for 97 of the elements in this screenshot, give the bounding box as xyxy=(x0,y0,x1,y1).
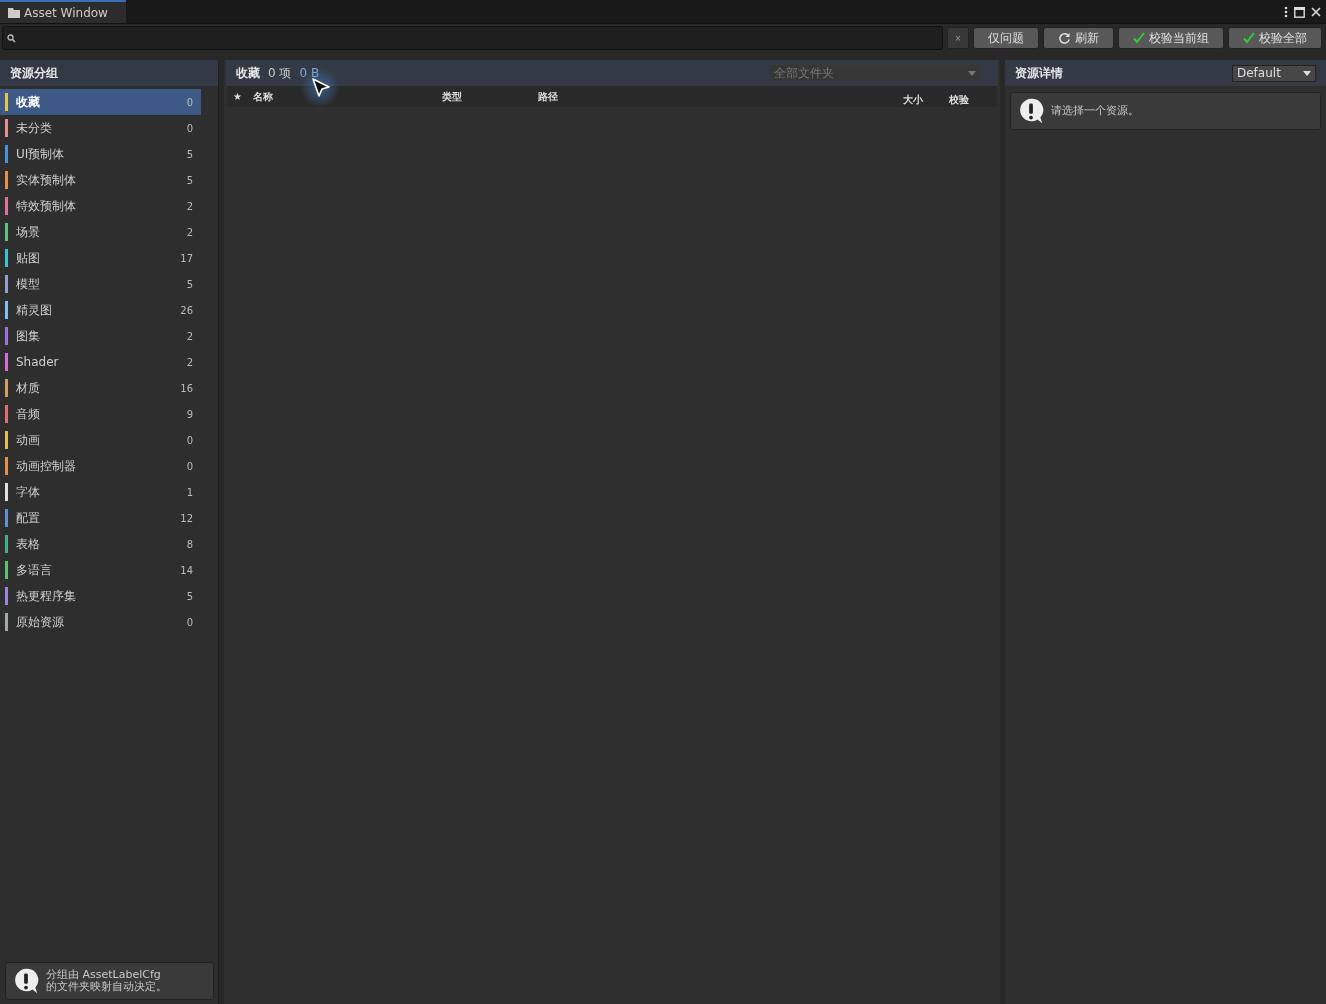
group-count: 2 xyxy=(186,330,193,342)
group-item[interactable]: 收藏 0 xyxy=(0,89,201,115)
group-label: 图集 xyxy=(16,327,41,345)
group-count: 5 xyxy=(186,278,193,290)
column-header[interactable]: 类型 xyxy=(442,89,538,104)
group-item[interactable]: 图集 2 xyxy=(0,323,201,349)
group-count: 12 xyxy=(180,512,193,524)
group-label: 表格 xyxy=(16,535,41,553)
group-count: 2 xyxy=(186,200,193,212)
group-item[interactable]: 音频 9 xyxy=(0,401,201,427)
group-label: 场景 xyxy=(16,223,41,241)
group-item[interactable]: 材质 16 xyxy=(0,375,201,401)
toolbar-button[interactable]: 校验当前组 xyxy=(1118,27,1224,49)
group-label: 字体 xyxy=(16,483,41,501)
group-label: 未分类 xyxy=(16,119,53,137)
group-label: 模型 xyxy=(16,275,41,293)
group-item[interactable]: 表格 8 xyxy=(0,531,201,557)
group-count: 0 xyxy=(186,96,193,108)
maximize-icon[interactable] xyxy=(1294,6,1305,18)
panel-title: 资源分组 xyxy=(0,60,218,86)
column-header[interactable]: 名称 xyxy=(253,89,442,104)
group-label: 多语言 xyxy=(16,561,53,579)
group-label: 收藏 xyxy=(16,93,41,111)
group-item[interactable]: 未分类 0 xyxy=(0,115,201,141)
column-header[interactable]: 路径 xyxy=(538,89,903,104)
refresh-icon xyxy=(1058,31,1071,45)
panel-title: 收藏 xyxy=(236,64,260,82)
window-tab[interactable]: Asset Window xyxy=(0,0,126,23)
group-count: 17 xyxy=(180,252,193,264)
info-message: 请选择一个资源。 xyxy=(1051,105,1139,117)
group-count: 1 xyxy=(186,486,193,498)
warning-icon xyxy=(1017,97,1045,125)
toolbar-button[interactable]: 仅问题 xyxy=(973,27,1039,49)
group-label: 贴图 xyxy=(16,249,41,267)
checkmark-icon xyxy=(1243,32,1255,44)
group-item[interactable]: UI预制体 5 xyxy=(0,141,201,167)
item-count: 0 项 xyxy=(268,64,292,82)
group-item[interactable]: 实体预制体 5 xyxy=(0,167,201,193)
group-item[interactable]: 热更程序集 5 xyxy=(0,583,201,609)
group-count: 5 xyxy=(186,148,193,160)
group-label: 实体预制体 xyxy=(16,171,77,189)
group-count: 16 xyxy=(180,382,193,394)
group-item[interactable]: 贴图 17 xyxy=(0,245,201,271)
group-count: 9 xyxy=(186,408,193,420)
group-label: 音频 xyxy=(16,405,41,423)
group-item[interactable]: 精灵图 26 xyxy=(0,297,201,323)
info-message: 分组由 AssetLabelCfg 的文件夹映射自动决定。 xyxy=(46,969,167,993)
group-label: 特效预制体 xyxy=(16,197,77,215)
group-count: 8 xyxy=(186,538,193,550)
more-options-icon[interactable] xyxy=(1284,6,1288,18)
profile-dropdown[interactable]: Default xyxy=(1232,64,1316,82)
group-item[interactable]: 特效预制体 2 xyxy=(0,193,201,219)
group-label: 动画控制器 xyxy=(16,457,77,475)
group-count: 0 xyxy=(186,434,193,446)
group-label: 精灵图 xyxy=(16,301,53,319)
caret-icon xyxy=(968,70,976,76)
search-icon xyxy=(7,33,16,43)
group-count: 0 xyxy=(186,122,193,134)
group-label: 配置 xyxy=(16,509,41,527)
group-count: 5 xyxy=(186,174,193,186)
checkmark-icon xyxy=(1133,32,1145,44)
group-item[interactable]: 配置 12 xyxy=(0,505,201,531)
column-header[interactable]: 校验 xyxy=(949,92,997,107)
close-icon[interactable] xyxy=(1311,7,1321,17)
group-count: 0 xyxy=(186,460,193,472)
group-count: 14 xyxy=(180,564,193,576)
group-item[interactable]: 模型 5 xyxy=(0,271,201,297)
toolbar-button[interactable]: 刷新 xyxy=(1043,27,1114,49)
group-item[interactable]: 多语言 14 xyxy=(0,557,201,583)
caret-icon xyxy=(1303,70,1311,76)
column-header[interactable]: 大小 xyxy=(903,92,949,107)
search-field[interactable] xyxy=(2,26,943,50)
group-count: 2 xyxy=(186,226,193,238)
group-count: 5 xyxy=(186,590,193,602)
total-size: 0 B xyxy=(299,66,320,80)
group-label: UI预制体 xyxy=(16,145,66,163)
group-label: Shader xyxy=(16,355,60,369)
group-label: 材质 xyxy=(16,379,41,397)
group-label: 原始资源 xyxy=(16,613,65,631)
group-label: 动画 xyxy=(16,431,41,449)
column-header[interactable]: ★ xyxy=(233,91,253,102)
group-item[interactable]: 动画 0 xyxy=(0,427,201,453)
group-count: 26 xyxy=(180,304,193,316)
group-item[interactable]: 场景 2 xyxy=(0,219,201,245)
group-count: 0 xyxy=(186,616,193,628)
cursor-icon xyxy=(311,77,331,99)
warning-icon xyxy=(12,967,40,995)
folder-icon xyxy=(8,7,20,18)
group-item[interactable]: 字体 1 xyxy=(0,479,201,505)
group-item[interactable]: 原始资源 0 xyxy=(0,609,201,635)
group-item[interactable]: Shader 2 xyxy=(0,349,201,375)
group-item[interactable]: 动画控制器 0 xyxy=(0,453,201,479)
clear-button[interactable]: × xyxy=(947,27,969,49)
toolbar-button[interactable]: 校验全部 xyxy=(1228,27,1322,49)
group-label: 热更程序集 xyxy=(16,587,77,605)
panel-title: 资源详情 xyxy=(1015,64,1063,82)
group-count: 2 xyxy=(186,356,193,368)
